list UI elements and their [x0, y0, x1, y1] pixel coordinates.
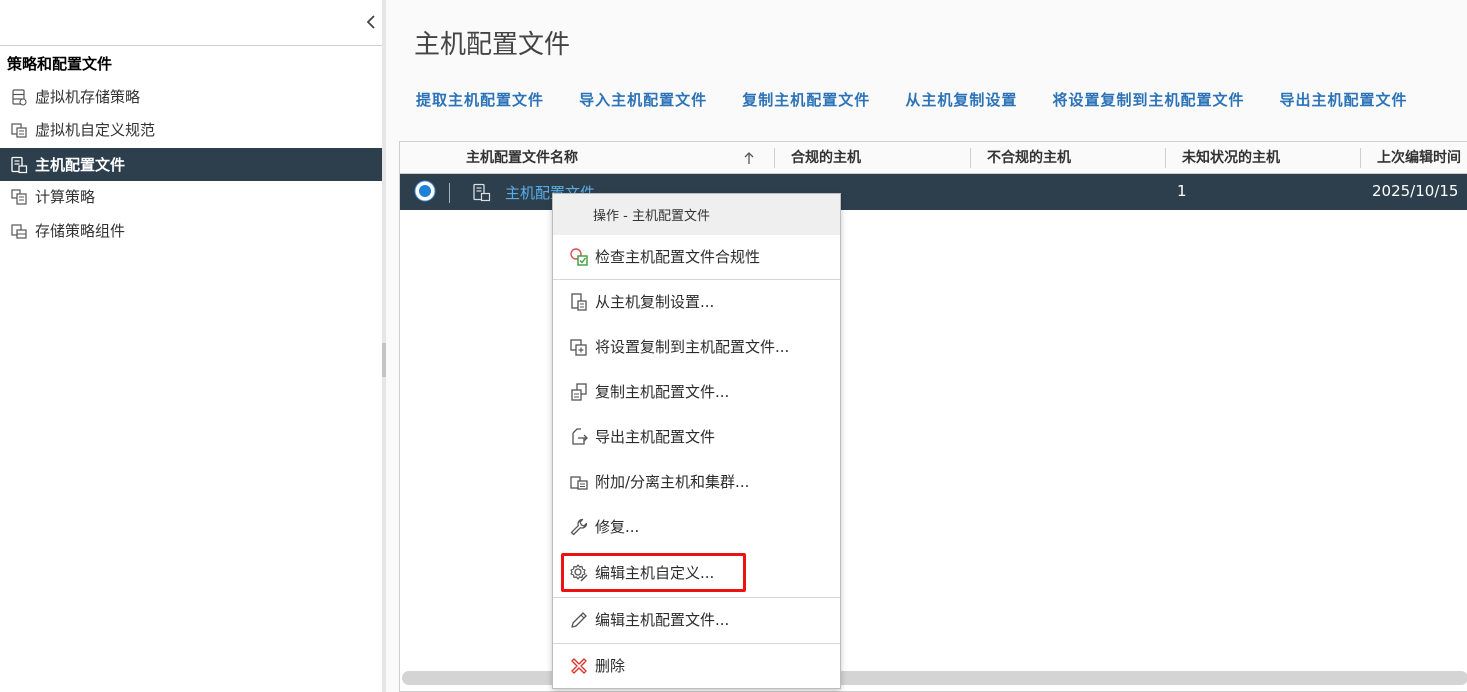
column-header-last-edited[interactable]: 上次编辑时间 [1361, 142, 1461, 174]
compute-policy-icon [11, 188, 27, 205]
duplicate-host-profile-button[interactable]: 复制主机配置文件 [742, 89, 870, 110]
pencil-icon [571, 612, 587, 628]
sidebar-item-vm-storage-policy[interactable]: 虚拟机存储策略 [0, 80, 382, 113]
sidebar-section-title: 策略和配置文件 [7, 55, 113, 73]
copy-settings-from-host-button[interactable]: 从主机复制设置 [905, 89, 1017, 110]
sidebar-top-bar [0, 0, 382, 46]
host-profile-icon [473, 183, 491, 202]
storage-policy-component-icon [11, 223, 27, 239]
extract-host-profile-button[interactable]: 提取主机配置文件 [416, 89, 544, 110]
sidebar-item-vm-customization-spec[interactable]: 虚拟机自定义规范 [0, 113, 382, 146]
arrow-up-icon[interactable] [742, 151, 756, 165]
column-header-name[interactable]: 主机配置文件名称 [450, 142, 578, 174]
menu-item-label: 检查主机配置文件合规性 [595, 248, 761, 266]
menu-item-label: 附加/分离主机和集群... [595, 473, 750, 491]
menu-item-label: 编辑主机配置文件... [595, 611, 730, 629]
column-header-compliant[interactable]: 合规的主机 [775, 142, 861, 174]
sidebar-item-host-profiles[interactable]: 主机配置文件 [0, 148, 382, 181]
copy-settings-to-profile-button[interactable]: 将设置复制到主机配置文件 [1052, 89, 1244, 110]
row-select-radio[interactable] [414, 180, 436, 202]
export-icon [572, 428, 588, 445]
menu-item-copy-settings-to-profile[interactable]: 将设置复制到主机配置文件... [553, 325, 840, 369]
gear-edit-icon [570, 564, 588, 582]
sidebar-item-storage-policy-component[interactable]: 存储策略组件 [0, 214, 382, 247]
sidebar-item-label: 虚拟机存储策略 [35, 88, 141, 106]
menu-item-label: 将设置复制到主机配置文件... [595, 338, 790, 356]
menu-item-edit-host-profile[interactable]: 编辑主机配置文件... [553, 598, 840, 642]
menu-item-check-compliance[interactable]: 检查主机配置文件合规性 [553, 235, 840, 279]
copy-settings-icon [570, 339, 587, 356]
menu-item-label: 复制主机配置文件... [595, 383, 730, 401]
export-host-profile-button[interactable]: 导出主机配置文件 [1280, 89, 1408, 110]
column-header-unknown[interactable]: 未知状况的主机 [1166, 142, 1280, 174]
sidebar-item-label: 存储策略组件 [35, 222, 126, 240]
sidebar-item-label: 计算策略 [35, 188, 96, 206]
page-title: 主机配置文件 [414, 30, 571, 60]
duplicate-profile-icon [571, 383, 587, 401]
menu-item-label: 编辑主机自定义... [595, 564, 715, 582]
last-edited-cell: 2025/10/15 [1372, 182, 1459, 200]
sidebar-item-label: 虚拟机自定义规范 [35, 121, 156, 139]
menu-item-label: 从主机复制设置... [595, 293, 715, 311]
menu-item-label: 修复... [595, 518, 640, 536]
context-menu-header: 操作 - 主机配置文件 [553, 194, 840, 235]
menu-item-remediate[interactable]: 修复... [553, 505, 840, 549]
vm-storage-policy-icon [12, 88, 27, 106]
menu-item-duplicate-profile[interactable]: 复制主机配置文件... [553, 370, 840, 414]
main-panel: 主机配置文件 提取主机配置文件 导入主机配置文件 复制主机配置文件 从主机复制设… [386, 0, 1467, 692]
check-compliance-icon [570, 248, 588, 266]
vm-customization-spec-icon [11, 122, 27, 138]
row-separator [449, 183, 450, 203]
attach-detach-icon [570, 476, 588, 490]
menu-item-label: 删除 [595, 657, 626, 675]
host-profile-icon [11, 156, 28, 173]
menu-item-edit-host-customizations[interactable]: 编辑主机自定义... [553, 551, 840, 595]
sidebar: 策略和配置文件 虚拟机存储策略 虚拟机自定义规范 主机配置文件 计算策略 存储策… [0, 0, 382, 692]
menu-item-attach-detach[interactable]: 附加/分离主机和集群... [553, 460, 840, 504]
sidebar-item-compute-policy[interactable]: 计算策略 [0, 180, 382, 213]
column-header-noncompliant[interactable]: 不合规的主机 [971, 142, 1071, 174]
chevron-left-icon[interactable] [364, 12, 378, 32]
delete-icon [571, 658, 587, 674]
toolbar: 提取主机配置文件 导入主机配置文件 复制主机配置文件 从主机复制设置 将设置复制… [416, 89, 1438, 111]
sidebar-item-label: 主机配置文件 [35, 156, 126, 174]
import-host-profile-button[interactable]: 导入主机配置文件 [579, 89, 707, 110]
copy-from-host-icon [571, 293, 587, 311]
unknown-hosts-cell: 1 [1177, 182, 1187, 200]
menu-item-label: 导出主机配置文件 [595, 428, 716, 446]
wrench-icon [570, 518, 588, 536]
menu-item-delete[interactable]: 删除 [553, 644, 840, 688]
menu-item-copy-from-host[interactable]: 从主机复制设置... [553, 280, 840, 324]
context-menu: 操作 - 主机配置文件 检查主机配置文件合规性 从主机复制设置... 将设置复制… [552, 193, 841, 689]
menu-item-export-profile[interactable]: 导出主机配置文件 [553, 415, 840, 459]
context-menu-title: 操作 - 主机配置文件 [593, 209, 710, 224]
grid-header: 主机配置文件名称 合规的主机 不合规的主机 未知状况的主机 上次编辑时间 [400, 142, 1467, 174]
